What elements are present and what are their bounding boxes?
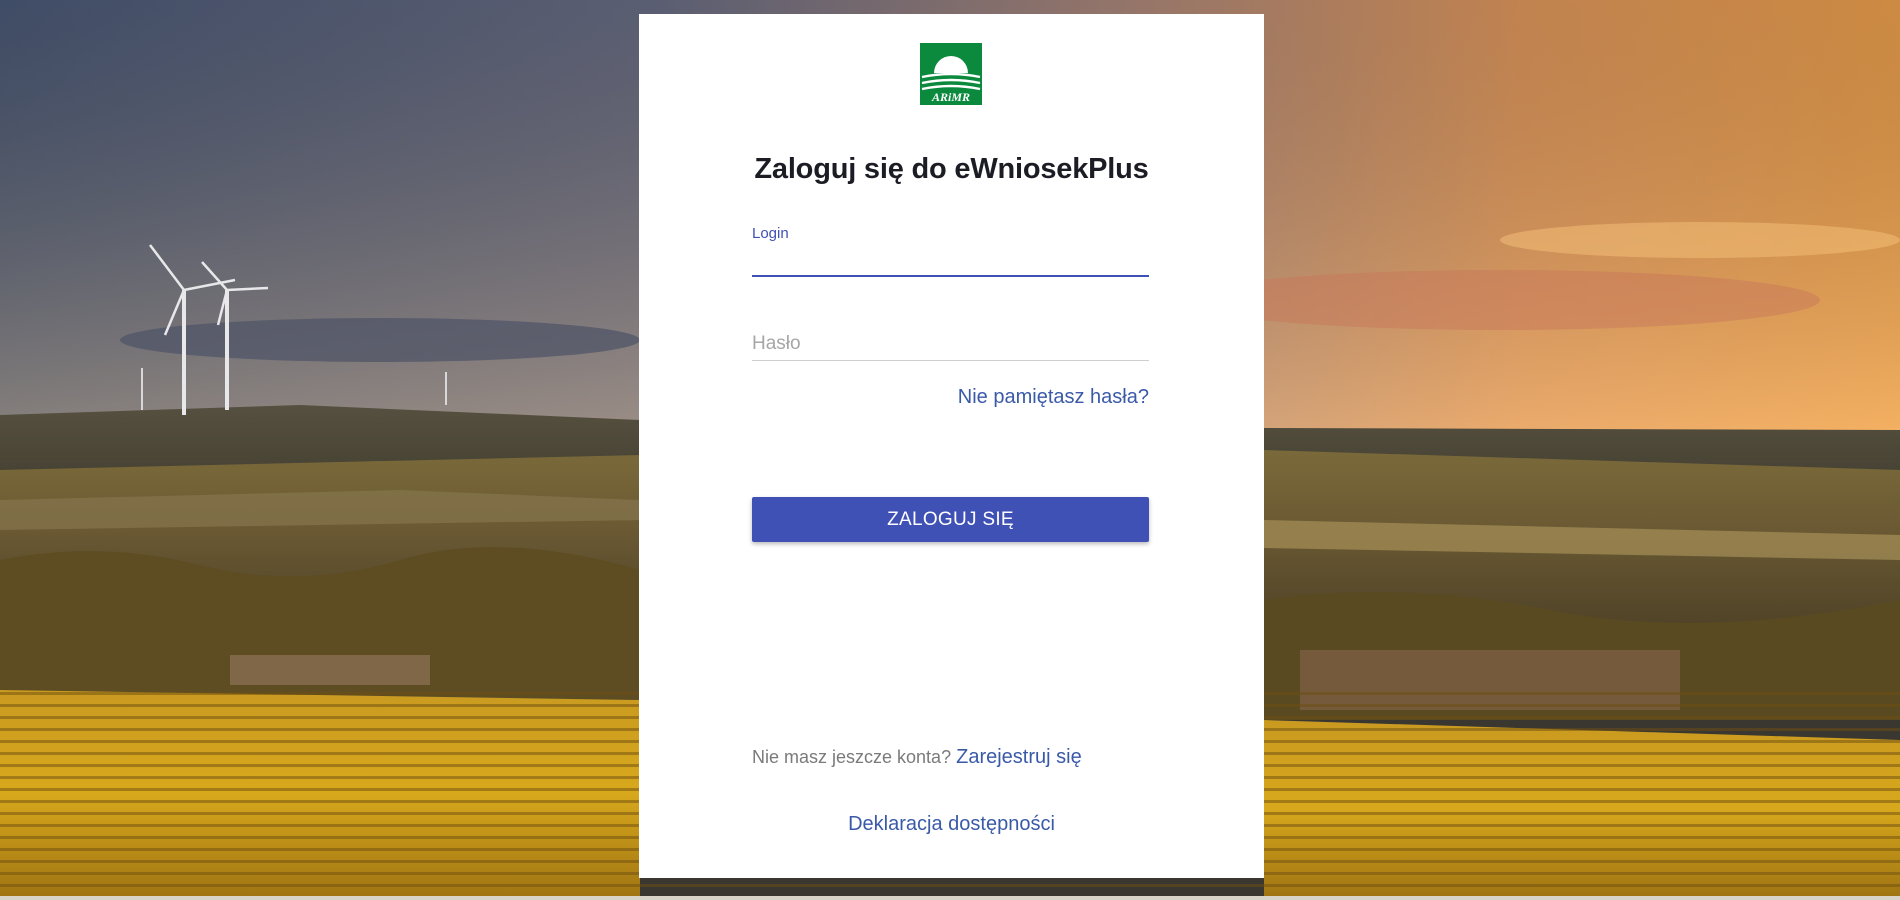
login-underline xyxy=(752,275,1149,277)
bottom-edge-strip xyxy=(0,896,1900,900)
password-field[interactable] xyxy=(752,314,1149,361)
arimr-logo: ARiMR xyxy=(920,43,982,105)
register-link[interactable]: Zarejestruj się xyxy=(956,746,1082,768)
page-title: Zaloguj się do eWniosekPlus xyxy=(754,153,1149,185)
login-field[interactable]: Login xyxy=(752,212,1149,277)
login-card: ARiMR Zaloguj się do eWniosekPlus Login … xyxy=(639,14,1264,878)
svg-text:ARiMR: ARiMR xyxy=(931,90,970,104)
forgot-password-link[interactable]: Nie pamiętasz hasła? xyxy=(752,386,1149,409)
register-prompt: Nie masz jeszcze konta? xyxy=(752,747,952,767)
password-underline xyxy=(752,360,1149,361)
login-label: Login xyxy=(752,225,789,242)
register-row: Nie masz jeszcze konta? Zarejestruj się xyxy=(752,746,1149,769)
login-button[interactable]: ZALOGUJ SIĘ xyxy=(752,497,1149,542)
accessibility-declaration-link[interactable]: Deklaracja dostępności xyxy=(639,813,1264,836)
password-input[interactable] xyxy=(752,330,1149,358)
login-input[interactable] xyxy=(752,246,1149,272)
